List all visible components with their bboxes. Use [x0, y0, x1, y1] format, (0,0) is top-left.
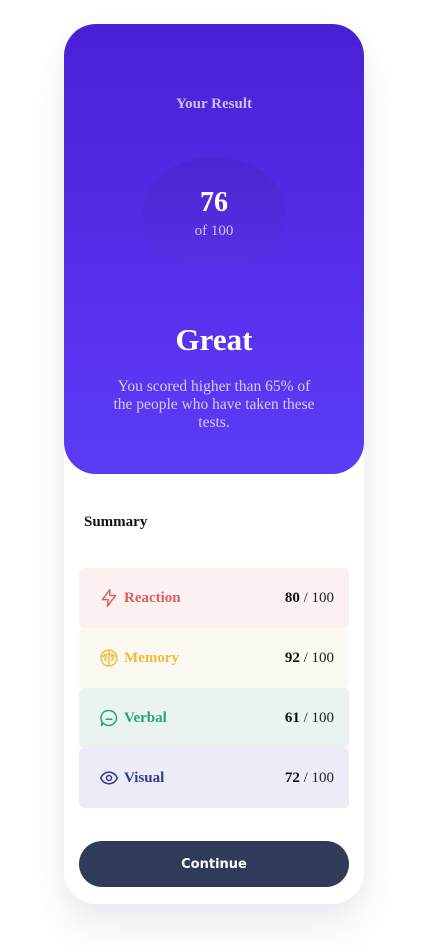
- summary-item-visual: Visual 72 / 100: [79, 748, 349, 808]
- summary-item-score-value: 80: [284, 590, 300, 606]
- summary-item-verbal: Verbal 61 / 100: [79, 688, 349, 748]
- score-circle: 76 of 100: [142, 157, 286, 270]
- summary-item-score-value: 72: [284, 770, 300, 786]
- summary-item-score-max: / 100: [299, 650, 334, 666]
- summary-item-score-max: / 100: [299, 590, 334, 606]
- summary-item-label: Visual: [124, 770, 165, 786]
- summary-item-score: 80 / 100: [285, 589, 334, 607]
- brain-icon: [99, 648, 119, 668]
- summary-item-score-value: 61: [284, 710, 300, 726]
- summary-item-label: Memory: [124, 650, 179, 666]
- summary-item-score: 61 / 100: [285, 709, 334, 727]
- result-panel: Your Result 76 of 100 Great You scored h…: [64, 24, 364, 474]
- chat-icon: [99, 708, 119, 728]
- result-description: You scored higher than 65% of the people…: [113, 378, 315, 431]
- summary-item-score: 92 / 100: [285, 649, 334, 667]
- summary-list: Reaction 80 / 100 Memory 92 / 100 Verbal…: [79, 568, 349, 808]
- continue-button[interactable]: Continue: [79, 841, 349, 887]
- eye-icon: [99, 768, 119, 788]
- results-card: Your Result 76 of 100 Great You scored h…: [64, 24, 364, 904]
- summary-item-score: 72 / 100: [285, 769, 334, 787]
- summary-item-score-max: / 100: [299, 770, 334, 786]
- score-value: 76: [200, 187, 228, 218]
- score-max-label: of 100: [194, 223, 234, 239]
- summary-item-reaction: Reaction 80 / 100: [79, 568, 349, 628]
- summary-item-score-value: 92: [284, 650, 300, 666]
- grade-label: Great: [175, 322, 253, 357]
- result-title: Your Result: [176, 96, 252, 112]
- summary-item-memory: Memory 92 / 100: [79, 628, 349, 688]
- lightning-icon: [99, 588, 119, 608]
- summary-item-label: Verbal: [124, 710, 167, 726]
- summary-item-score-max: / 100: [299, 710, 334, 726]
- summary-item-label: Reaction: [124, 590, 181, 606]
- summary-title: Summary: [84, 514, 148, 530]
